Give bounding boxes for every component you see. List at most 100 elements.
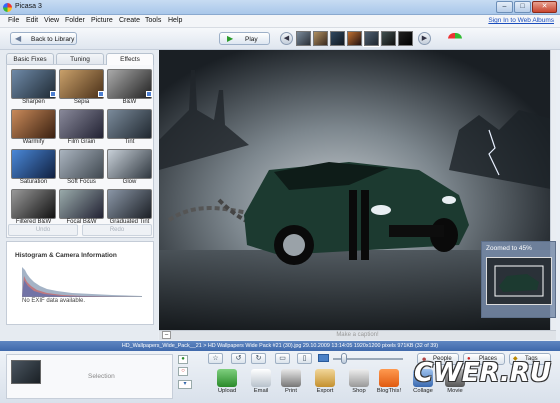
effect-label: Warmify: [22, 139, 45, 145]
effect-badge-icon: [98, 91, 104, 97]
compare-button[interactable]: ▯: [297, 353, 312, 364]
effect-preview-thumbnail: [11, 189, 56, 219]
menu-tools[interactable]: Tools: [145, 17, 161, 24]
blogger-icon: [379, 369, 399, 387]
rotate-right-icon: ↻: [255, 355, 262, 362]
title-bar: Picasa 3 – □ ✕: [0, 0, 560, 15]
effect-sepia[interactable]: Sepia: [58, 69, 105, 107]
play-label: Play: [245, 36, 258, 43]
effect-label: Soft Focus: [67, 179, 96, 185]
upload-button[interactable]: Upload: [214, 369, 240, 401]
caption-toggle-button[interactable]: –: [162, 331, 171, 339]
menu-edit[interactable]: Edit: [26, 17, 38, 24]
previous-photo-button[interactable]: ◀: [280, 32, 293, 45]
compare-icon: ▯: [302, 355, 307, 362]
caption-field[interactable]: Make a caption!: [159, 330, 556, 340]
menu-picture[interactable]: Picture: [91, 17, 113, 24]
star-button[interactable]: ☆: [208, 353, 223, 364]
maximize-button[interactable]: □: [514, 1, 531, 13]
action-label: Collage: [413, 388, 433, 394]
effect-label: Sepia: [73, 99, 90, 105]
print-button[interactable]: Print: [278, 369, 304, 401]
rotate-right-button[interactable]: ↻: [251, 353, 266, 364]
effect-label: Film Grain: [67, 139, 96, 145]
toolbar: ◀ Back to Library ▶ Play ◀ ▶: [0, 28, 560, 50]
album-dropdown-icon[interactable]: ▾: [178, 380, 192, 389]
redo-button[interactable]: Redo: [82, 224, 152, 236]
effect-tint[interactable]: Tint: [106, 109, 153, 147]
window-title: Picasa 3: [15, 3, 42, 10]
undo-button[interactable]: Undo: [8, 224, 78, 236]
tray-selection-label: Selection: [88, 373, 115, 380]
picasa-logo-icon: [3, 3, 12, 12]
effect-b-w[interactable]: B&W: [106, 69, 153, 107]
effect-graduated-tint[interactable]: Graduated Tint: [106, 189, 153, 227]
minimize-button[interactable]: –: [496, 1, 513, 13]
effect-label: B&W: [122, 99, 137, 105]
effect-preview-thumbnail: [11, 149, 56, 179]
action-label: Print: [285, 388, 297, 394]
effect-badge-icon: [50, 91, 56, 97]
clear-tray-icon[interactable]: ○: [178, 367, 188, 376]
effect-film-grain[interactable]: Film Grain: [58, 109, 105, 147]
effect-focal-b-w[interactable]: Focal B&W: [58, 189, 105, 227]
filmstrip-thumbnail[interactable]: [398, 31, 413, 46]
email-button[interactable]: Email: [248, 369, 274, 401]
filmstrip-thumbnail-current[interactable]: [363, 30, 380, 47]
filmstrip-thumbnail[interactable]: [347, 31, 362, 46]
effect-badge-icon: [146, 91, 152, 97]
effect-preview-thumbnail: [59, 189, 104, 219]
effect-label: Tint: [124, 139, 135, 145]
histogram-graph: [22, 267, 142, 297]
menu-create[interactable]: Create: [119, 17, 140, 24]
menu-view[interactable]: View: [44, 17, 59, 24]
export-button[interactable]: Export: [312, 369, 338, 401]
action-label: Export: [316, 388, 334, 394]
sign-in-link[interactable]: Sign In to Web Albums: [488, 17, 554, 24]
effect-preview-thumbnail: [107, 149, 152, 179]
filmstrip-thumbnail[interactable]: [296, 31, 311, 46]
action-label: Movie: [447, 388, 463, 394]
effect-warmify[interactable]: Warmify: [10, 109, 57, 147]
zoom-value: 45%: [518, 245, 532, 252]
tab-effects[interactable]: Effects: [106, 53, 154, 65]
close-button[interactable]: ✕: [532, 1, 557, 13]
blogthis-button[interactable]: BlogThis!: [376, 369, 402, 401]
effect-preview-thumbnail: [107, 189, 152, 219]
rotate-left-icon: ↺: [235, 355, 242, 362]
color-wheel-icon[interactable]: [448, 33, 462, 44]
menu-folder[interactable]: Folder: [65, 17, 85, 24]
action-label: Shop: [352, 388, 366, 394]
back-to-library-button[interactable]: ◀ Back to Library: [10, 32, 77, 45]
next-photo-button[interactable]: ▶: [418, 32, 431, 45]
play-icon: ▶: [227, 34, 234, 43]
filmstrip-thumbnail[interactable]: [330, 31, 345, 46]
effect-glow[interactable]: Glow: [106, 149, 153, 187]
effect-preview-thumbnail: [11, 109, 56, 139]
effect-saturation[interactable]: Saturation: [10, 149, 57, 187]
play-button[interactable]: ▶ Play: [219, 32, 270, 45]
back-arrow-icon: ◀: [15, 34, 22, 43]
effect-filtered-b-w[interactable]: Filtered B&W: [10, 189, 57, 227]
zoom-thumbnail-image: [487, 258, 551, 304]
tray-thumbnail[interactable]: [11, 360, 41, 384]
effect-soft-focus[interactable]: Soft Focus: [58, 149, 105, 187]
rotate-left-button[interactable]: ↺: [231, 353, 246, 364]
hold-pin-icon[interactable]: ●: [178, 355, 188, 364]
filmstrip-thumbnail[interactable]: [381, 31, 396, 46]
shop-button[interactable]: Shop: [346, 369, 372, 401]
export-icon: [315, 369, 335, 387]
zoom-thumbnail[interactable]: [486, 257, 552, 305]
effect-sharpen[interactable]: Sharpen: [10, 69, 57, 107]
shop-icon: [349, 369, 369, 387]
email-icon: [251, 369, 271, 387]
menu-help[interactable]: Help: [168, 17, 182, 24]
filmstrip-thumbnail[interactable]: [313, 31, 328, 46]
menu-file[interactable]: File: [8, 17, 19, 24]
zoom-slider-thumb[interactable]: [341, 353, 347, 364]
zoom-label: Zoomed to 45%: [486, 245, 532, 252]
action-label: Email: [253, 388, 269, 394]
view-mode-button[interactable]: ▭: [275, 353, 290, 364]
menu-bar: File Edit View Folder Picture Create Too…: [0, 15, 560, 28]
right-arrow-icon: ▶: [421, 35, 428, 42]
